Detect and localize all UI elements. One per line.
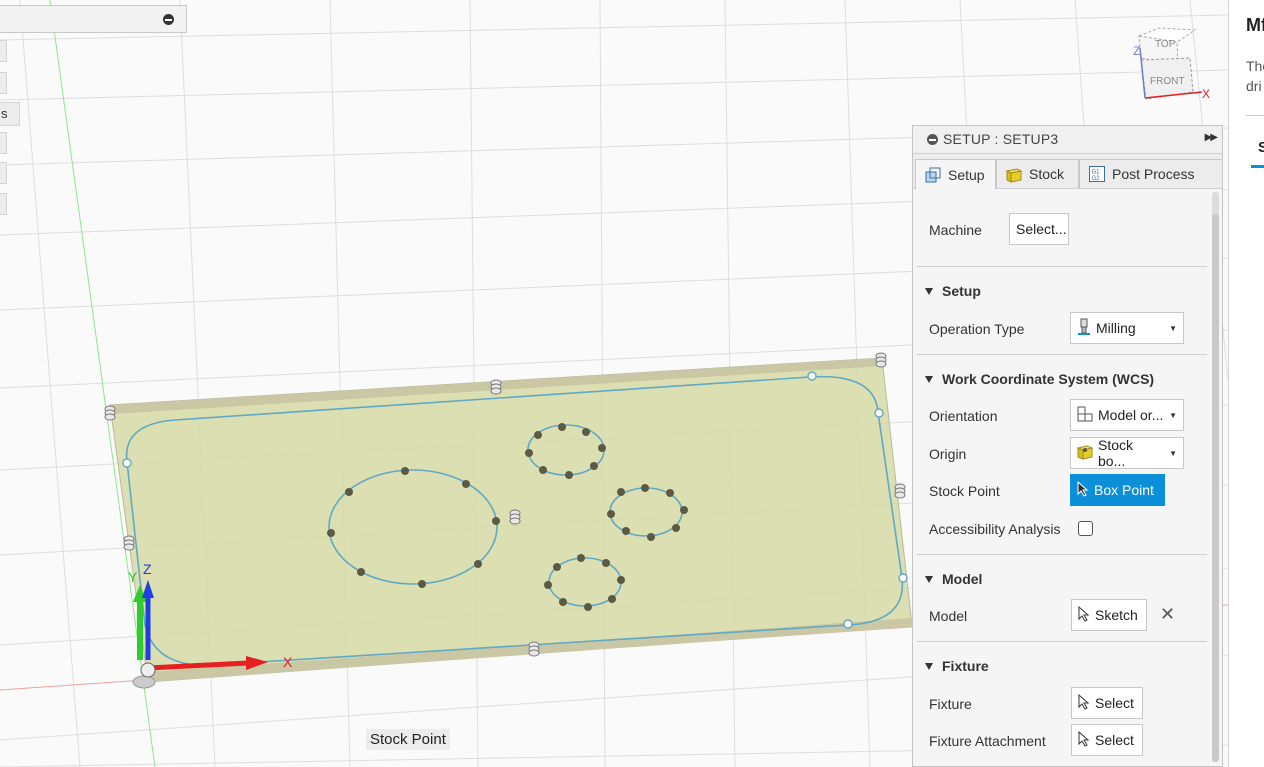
svg-text:G1: G1 bbox=[1092, 170, 1101, 176]
origin-value: Stock bo... bbox=[1098, 437, 1134, 469]
section-wcs[interactable]: Work Coordinate System (WCS) bbox=[925, 371, 1154, 387]
browser-node[interactable] bbox=[0, 40, 7, 62]
panel-scrollbar[interactable] bbox=[1212, 192, 1219, 762]
section-setup[interactable]: Setup bbox=[925, 283, 981, 299]
help-title: Mf bbox=[1246, 15, 1264, 35]
orientation-value: Model or... bbox=[1098, 407, 1164, 423]
operation-type-value: Milling bbox=[1096, 320, 1136, 336]
fixture-attachment-select-button[interactable]: Select bbox=[1071, 724, 1143, 756]
machine-label: Machine bbox=[929, 222, 982, 238]
section-title: Work Coordinate System (WCS) bbox=[942, 371, 1155, 387]
browser-panel[interactable] bbox=[0, 5, 187, 33]
svg-text:G2: G2 bbox=[1092, 176, 1101, 182]
divider bbox=[917, 354, 1207, 355]
y-axis-label: Y bbox=[128, 569, 138, 585]
viewcube-front-label: FRONT bbox=[1150, 76, 1184, 87]
collapse-triangle-icon bbox=[925, 376, 933, 383]
collapse-triangle-icon bbox=[925, 576, 933, 583]
cursor-arrow-icon bbox=[1078, 605, 1090, 625]
tab-label: Setup bbox=[948, 166, 985, 183]
mill-tool-icon bbox=[1077, 318, 1091, 339]
x-axis-label: X bbox=[283, 654, 293, 670]
chevron-down-icon: ▼ bbox=[1169, 323, 1177, 333]
help-text-line: The bbox=[1246, 58, 1264, 74]
active-tab-underline bbox=[1251, 165, 1264, 168]
stock-point-tooltip: Stock Point bbox=[366, 729, 450, 750]
help-text: The dri bbox=[1246, 56, 1264, 96]
divider bbox=[1246, 115, 1264, 116]
browser-node[interactable]: s bbox=[0, 102, 20, 126]
scrollbar-thumb[interactable] bbox=[1212, 214, 1219, 762]
tab-label: Stock bbox=[1029, 166, 1065, 182]
tab-post-process[interactable]: G1 G2 Post Process bbox=[1079, 159, 1223, 188]
section-model[interactable]: Model bbox=[925, 571, 982, 587]
accessibility-analysis-label: Accessibility Analysis bbox=[929, 521, 1061, 537]
collapse-triangle-icon bbox=[925, 663, 933, 670]
cursor-arrow-icon bbox=[1078, 730, 1090, 750]
collapse-icon[interactable] bbox=[163, 14, 174, 25]
section-fixture[interactable]: Fixture bbox=[925, 658, 989, 674]
orientation-dropdown[interactable]: Model or... ▼ bbox=[1070, 399, 1184, 431]
viewcube[interactable]: TOP FRONT X Z bbox=[1133, 27, 1210, 101]
collapse-triangle-icon bbox=[925, 288, 933, 295]
origin-dropdown[interactable]: Stock bo... ▼ bbox=[1070, 437, 1184, 469]
browser-node[interactable] bbox=[0, 193, 7, 215]
stock-origin-icon bbox=[1076, 444, 1094, 463]
model-label: Model bbox=[929, 608, 968, 624]
divider bbox=[917, 266, 1207, 267]
dialog-title: SETUP : SETUP3 bbox=[943, 131, 1059, 147]
setup-dialog: SETUP : SETUP3 ▶▶ Setup Stock G1 G2 Post … bbox=[912, 125, 1223, 767]
model-value: Sketch bbox=[1095, 607, 1138, 623]
stock-point-value: Box Point bbox=[1094, 482, 1154, 498]
stock-point-label: Stock Point bbox=[929, 483, 1000, 499]
viewcube-z-label: Z bbox=[1133, 44, 1140, 58]
stock-cube-icon bbox=[1005, 165, 1023, 183]
machine-select-button[interactable]: Select... bbox=[1009, 213, 1069, 245]
origin-label: Origin bbox=[929, 446, 967, 462]
dialog-header[interactable]: SETUP : SETUP3 ▶▶ bbox=[913, 126, 1222, 154]
section-title: Setup bbox=[942, 283, 981, 299]
accessibility-analysis-checkbox[interactable] bbox=[1078, 521, 1093, 536]
gcode-icon: G1 G2 bbox=[1088, 165, 1106, 183]
orientation-label: Orientation bbox=[929, 408, 998, 424]
browser-node[interactable] bbox=[0, 72, 7, 94]
browser-node[interactable] bbox=[0, 132, 7, 154]
help-tab[interactable]: S bbox=[1258, 139, 1264, 156]
operation-type-label: Operation Type bbox=[929, 321, 1025, 337]
fixture-label: Fixture bbox=[929, 696, 972, 712]
setup-icon bbox=[924, 166, 942, 184]
section-title: Fixture bbox=[942, 658, 989, 674]
viewcube-x-label: X bbox=[1202, 87, 1210, 101]
chevron-down-icon: ▼ bbox=[1169, 410, 1177, 420]
fixture-attachment-label: Fixture Attachment bbox=[929, 733, 1046, 749]
divider bbox=[917, 641, 1207, 642]
machine-select-text: Select... bbox=[1016, 221, 1067, 237]
browser-node[interactable] bbox=[0, 162, 7, 184]
tab-setup[interactable]: Setup bbox=[915, 159, 996, 189]
fixture-attachment-value: Select bbox=[1095, 732, 1134, 748]
section-title: Model bbox=[942, 571, 983, 587]
stock-point-button[interactable]: Box Point bbox=[1070, 474, 1165, 506]
tab-label: Post Process bbox=[1112, 166, 1195, 182]
orientation-icon bbox=[1077, 406, 1093, 425]
operation-type-dropdown[interactable]: Milling ▼ bbox=[1070, 312, 1184, 344]
fixture-value: Select bbox=[1095, 695, 1134, 711]
cursor-arrow-icon bbox=[1078, 693, 1090, 713]
model-select-button[interactable]: Sketch bbox=[1071, 599, 1147, 631]
tab-stock[interactable]: Stock bbox=[996, 159, 1079, 188]
chevron-down-icon: ▼ bbox=[1169, 448, 1177, 458]
clear-model-icon[interactable]: ✕ bbox=[1160, 604, 1175, 625]
tab-bar: Setup Stock G1 G2 Post Process bbox=[913, 154, 1223, 189]
z-axis-label: Z bbox=[143, 561, 152, 577]
fixture-select-button[interactable]: Select bbox=[1071, 687, 1143, 719]
expand-icon[interactable]: ▶▶ bbox=[1205, 132, 1218, 143]
viewcube-top-label: TOP bbox=[1155, 39, 1176, 50]
collapse-icon[interactable] bbox=[927, 134, 938, 145]
divider bbox=[917, 554, 1207, 555]
cursor-arrow-icon bbox=[1077, 480, 1089, 500]
help-pane: Mf The dri S bbox=[1228, 0, 1264, 767]
help-text-line: dri bbox=[1246, 78, 1262, 94]
